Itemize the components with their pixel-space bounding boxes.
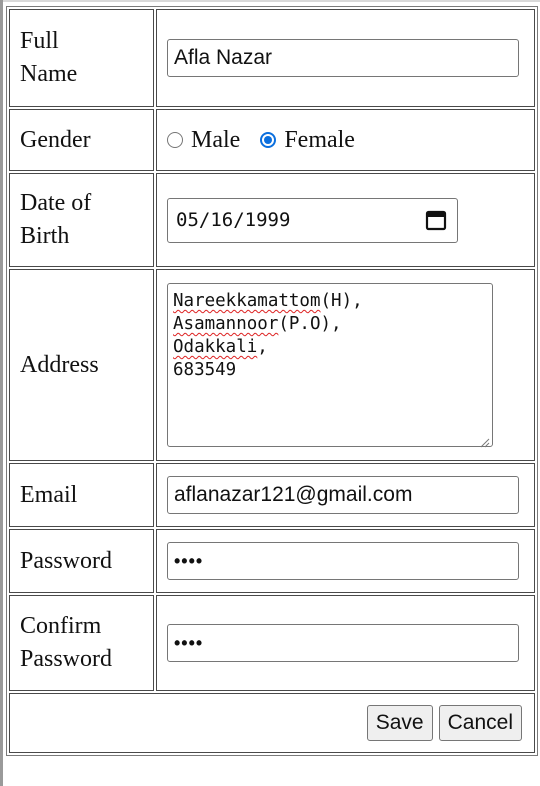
confirm-password-field[interactable]: ••••: [167, 624, 519, 662]
gender-label: Gender: [9, 109, 154, 171]
email-cell: aflanazar121@gmail.com: [156, 463, 535, 527]
row-actions: Save Cancel: [9, 693, 535, 753]
email-field[interactable]: aflanazar121@gmail.com: [167, 476, 519, 514]
gender-male-radio[interactable]: [167, 132, 183, 148]
address-cell: Nareekkamattom(H), Asamannoor(P.O), Odak…: [156, 269, 535, 461]
calendar-icon[interactable]: [425, 209, 447, 231]
address-line: Odakkali,: [173, 337, 268, 357]
row-email: Email aflanazar121@gmail.com: [9, 463, 535, 527]
address-line: Nareekkamattom(H),: [173, 291, 363, 311]
page-top-edge: [0, 0, 540, 2]
full-name-value: Afla Nazar: [174, 46, 273, 69]
dob-value: 05/16/1999: [176, 209, 291, 231]
full-name-label: Full Name: [9, 9, 154, 107]
full-name-cell: Afla Nazar: [156, 9, 535, 107]
address-label: Address: [9, 269, 154, 461]
dob-label-line2: Birth: [20, 223, 70, 249]
actions-cell: Save Cancel: [9, 693, 535, 753]
full-name-input[interactable]: Afla Nazar: [167, 39, 519, 77]
confirm-password-label-line1: Confirm: [20, 613, 102, 639]
address-line: Asamannoor(P.O),: [173, 314, 342, 334]
confirm-password-label: Confirm Password: [9, 595, 154, 691]
resize-handle-icon[interactable]: [478, 432, 490, 448]
gender-radio-group: Male Female: [167, 127, 524, 154]
confirm-password-cell: ••••: [156, 595, 535, 691]
email-label: Email: [9, 463, 154, 527]
dob-cell: 05/16/1999: [156, 173, 535, 267]
password-cell: ••••: [156, 529, 535, 593]
row-full-name: Full Name Afla Nazar: [9, 9, 535, 107]
password-label: Password: [9, 529, 154, 593]
dob-label-line1: Date of: [20, 190, 92, 216]
confirm-password-label-line2: Password: [20, 646, 113, 672]
row-address: Address Nareekkamattom(H), Asamannoor(P.…: [9, 269, 535, 461]
gender-female-radio[interactable]: [260, 132, 277, 148]
dob-input[interactable]: 05/16/1999: [167, 197, 458, 243]
address-line-3-word: Odakkali: [173, 337, 258, 357]
row-confirm-password: Confirm Password ••••: [9, 595, 535, 691]
password-field[interactable]: ••••: [167, 542, 519, 580]
row-gender: Gender Male Female: [9, 109, 535, 171]
gender-cell: Male Female: [156, 109, 535, 171]
registration-form: Full Name Afla Nazar Gender Male Female …: [6, 6, 538, 756]
row-password: Password ••••: [9, 529, 535, 593]
page-left-edge: [0, 0, 3, 786]
dob-label: Date of Birth: [9, 173, 154, 267]
gender-female-label[interactable]: Female: [284, 127, 355, 154]
address-line-1-word: Nareekkamattom: [173, 291, 321, 311]
save-button[interactable]: Save: [366, 705, 433, 741]
gender-male-label[interactable]: Male: [191, 127, 240, 154]
address-line-2-word: Asamannoor: [173, 314, 279, 334]
row-dob: Date of Birth 05/16/1999: [9, 173, 535, 267]
address-textarea[interactable]: Nareekkamattom(H), Asamannoor(P.O), Odak…: [167, 283, 493, 448]
password-mask: ••••: [174, 550, 204, 571]
confirm-password-mask: ••••: [174, 632, 204, 653]
email-value: aflanazar121@gmail.com: [174, 483, 413, 506]
cancel-button[interactable]: Cancel: [438, 705, 522, 741]
full-name-label-line2: Name: [20, 61, 78, 87]
form-actions: Save Cancel: [20, 705, 524, 741]
full-name-label-line1: Full: [20, 28, 59, 54]
address-line: 683549: [173, 360, 237, 380]
